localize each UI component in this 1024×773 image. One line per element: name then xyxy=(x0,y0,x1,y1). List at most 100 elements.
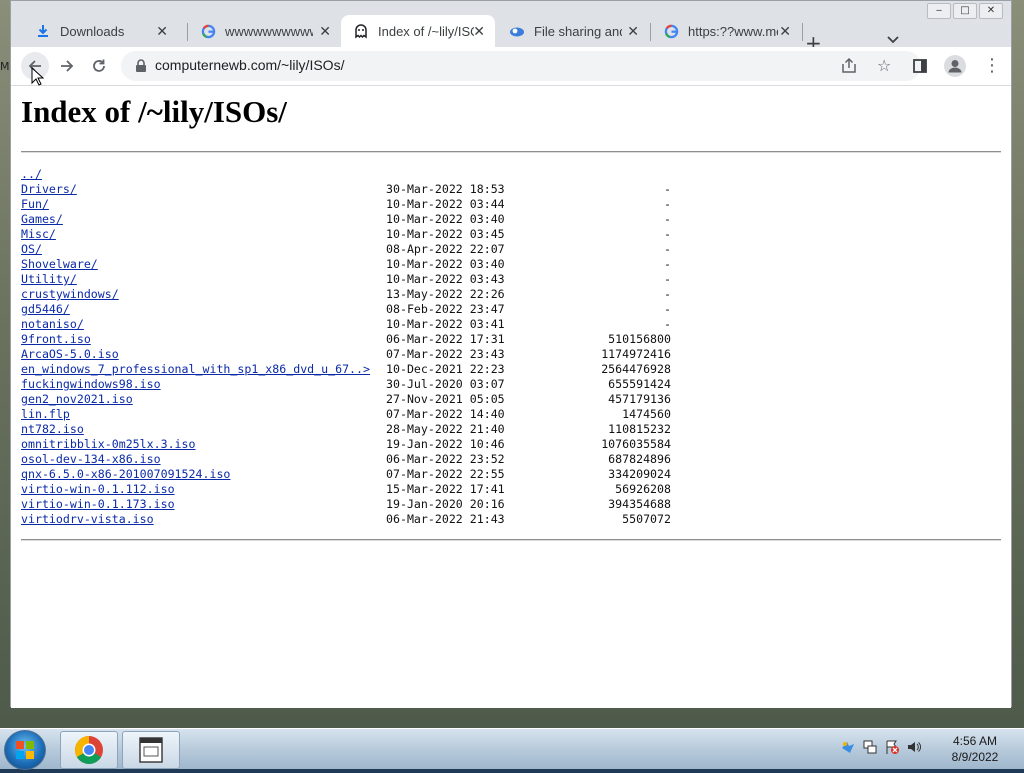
listing-row: Misc/10-Mar-2022 03:45 - xyxy=(21,227,671,242)
file-size: 110815232 xyxy=(608,422,671,436)
modified-date: 28-May-2022 21:40 xyxy=(386,422,505,436)
listing-row: Games/10-Mar-2022 03:40 - xyxy=(21,212,671,227)
windows-logo-icon xyxy=(16,741,34,759)
file-link[interactable]: virtio-win-0.1.173.iso xyxy=(21,497,175,512)
file-link[interactable]: nt782.iso xyxy=(21,422,84,437)
forward-button[interactable] xyxy=(53,52,81,80)
listing-row: nt782.iso 28-May-2022 21:40 110815232 xyxy=(21,422,671,437)
modified-date: 06-Mar-2022 17:31 xyxy=(386,332,505,346)
close-icon[interactable]: ✕ xyxy=(156,23,168,40)
bookmark-star-icon[interactable]: ☆ xyxy=(877,56,891,75)
modified-date: 10-Mar-2022 03:44 xyxy=(386,197,505,211)
modified-date: 30-Mar-2022 18:53 xyxy=(386,182,505,196)
file-link[interactable]: osol-dev-134-x86.iso xyxy=(21,452,161,467)
url-text[interactable]: computernewb.com/~lily/ISOs/ xyxy=(155,57,344,73)
file-size: 687824896 xyxy=(608,452,671,466)
taskbar-app-button[interactable] xyxy=(122,731,180,769)
file-link[interactable]: fuckingwindows98.iso xyxy=(21,377,161,392)
directory-link[interactable]: gd5446/ xyxy=(21,302,70,317)
file-size: - xyxy=(664,317,671,331)
listing-row: ../ xyxy=(21,167,671,182)
tab-search-button[interactable] xyxy=(887,33,899,47)
google-icon xyxy=(200,23,216,39)
side-panel-icon[interactable] xyxy=(913,58,927,77)
close-icon[interactable]: ✕ xyxy=(627,23,639,40)
file-link[interactable]: en_windows_7_professional_with_sp1_x86_d… xyxy=(21,362,370,377)
file-size: 1174972416 xyxy=(601,347,671,361)
kebab-menu-icon[interactable]: ⋮ xyxy=(983,55,1001,76)
tab-downloads[interactable]: Downloads ✕ xyxy=(23,15,178,47)
file-link[interactable]: lin.flp xyxy=(21,407,70,422)
modified-date: 07-Mar-2022 23:43 xyxy=(386,347,505,361)
address-bar[interactable]: computernewb.com/~lily/ISOs/ ☆ xyxy=(121,51,921,81)
modified-date: 06-Mar-2022 21:43 xyxy=(386,512,505,526)
directory-link[interactable]: OS/ xyxy=(21,242,42,257)
close-icon[interactable]: ✕ xyxy=(473,23,485,40)
directory-link[interactable]: notaniso/ xyxy=(21,317,84,332)
listing-row: osol-dev-134-x86.iso 06-Mar-2022 23:52 687… xyxy=(21,452,671,467)
directory-link[interactable]: Drivers/ xyxy=(21,182,77,197)
taskbar-chrome-button[interactable] xyxy=(60,731,118,769)
network-icon[interactable] xyxy=(862,739,878,755)
directory-link[interactable]: crustywindows/ xyxy=(21,287,119,302)
google-icon xyxy=(663,23,679,39)
listing-row: omnitribblix-0m25lx.3.iso 19-Jan-2022 10:… xyxy=(21,437,671,452)
tab-title: Downloads xyxy=(60,23,125,39)
file-size: - xyxy=(664,242,671,256)
ghost-icon xyxy=(353,23,369,39)
file-size: - xyxy=(664,227,671,241)
taskbar: 4:56 AM 8/9/2022 xyxy=(0,728,1024,770)
directory-link[interactable]: Fun/ xyxy=(21,197,49,212)
file-size: - xyxy=(664,182,671,196)
modified-date: 30-Jul-2020 03:07 xyxy=(386,377,505,391)
listing-row: crustywindows/13-May-2022 22:26 - xyxy=(21,287,671,302)
directory-link[interactable]: Utility/ xyxy=(21,272,77,287)
file-link[interactable]: virtio-win-0.1.112.iso xyxy=(21,482,175,497)
profile-avatar-icon[interactable] xyxy=(944,55,966,77)
modified-date: 13-May-2022 22:26 xyxy=(386,287,505,301)
file-size: 56926208 xyxy=(615,482,671,496)
file-size: 510156800 xyxy=(608,332,671,346)
app-window-icon xyxy=(139,737,163,763)
modified-date: 10-Mar-2022 03:43 xyxy=(386,272,505,286)
close-icon[interactable]: ✕ xyxy=(319,23,331,40)
taskbar-clock[interactable]: 4:56 AM 8/9/2022 xyxy=(940,733,1010,765)
listing-row: Fun/10-Mar-2022 03:44 - xyxy=(21,197,671,212)
directory-link[interactable]: Games/ xyxy=(21,212,63,227)
file-size: 2564476928 xyxy=(601,362,671,376)
file-link[interactable]: omnitribblix-0m25lx.3.iso xyxy=(21,437,196,452)
directory-link[interactable]: Shovelware/ xyxy=(21,257,98,272)
tab-title: https:??www.me xyxy=(688,23,778,39)
reload-button[interactable] xyxy=(85,52,113,80)
file-size: - xyxy=(664,212,671,226)
action-center-flag-icon[interactable] xyxy=(884,739,900,755)
colorful-tray-icon[interactable] xyxy=(840,739,856,755)
tab-title: File sharing and c xyxy=(534,23,622,39)
lock-icon[interactable] xyxy=(135,58,147,77)
close-icon[interactable]: ✕ xyxy=(779,23,791,40)
file-link[interactable]: ArcaOS-5.0.iso xyxy=(21,347,119,362)
file-link[interactable]: qnx-6.5.0-x86-201007091524.iso xyxy=(21,467,230,482)
modified-date: 06-Mar-2022 23:52 xyxy=(386,452,505,466)
listing-row: qnx-6.5.0-x86-201007091524.iso 07-Mar-202… xyxy=(21,467,671,482)
tab-index-of-lily-isos[interactable]: Index of /~lily/ISOs/ ✕ xyxy=(341,15,495,47)
file-size: 394354688 xyxy=(608,497,671,511)
tab-file-sharing[interactable]: File sharing and c ✕ xyxy=(497,15,649,47)
file-link[interactable]: virtiodrv-vista.iso xyxy=(21,512,154,527)
tab-https-me[interactable]: https:??www.me ✕ xyxy=(651,15,801,47)
tab-google-search[interactable]: wwwwwwwwwwwwwww ✕ xyxy=(188,15,341,47)
file-size: 655591424 xyxy=(608,377,671,391)
tab-strip: Downloads ✕ wwwwwwwwwwwwwww ✕ Index of /… xyxy=(11,13,1011,55)
file-link[interactable]: 9front.iso xyxy=(21,332,91,347)
listing-row: en_windows_7_professional_with_sp1_x86_d… xyxy=(21,362,671,377)
share-icon[interactable] xyxy=(841,57,857,78)
directory-link[interactable]: Misc/ xyxy=(21,227,56,242)
listing-row: fuckingwindows98.iso 30-Jul-2020 03:07 655… xyxy=(21,377,671,392)
file-link[interactable]: gen2_nov2021.iso xyxy=(21,392,133,407)
file-size: 5507072 xyxy=(622,512,671,526)
volume-icon[interactable] xyxy=(906,739,922,755)
listing-row: gd5446/08-Feb-2022 23:47 - xyxy=(21,302,671,317)
directory-link[interactable]: ../ xyxy=(21,167,42,182)
reload-icon xyxy=(93,59,105,72)
start-button[interactable] xyxy=(4,730,46,770)
